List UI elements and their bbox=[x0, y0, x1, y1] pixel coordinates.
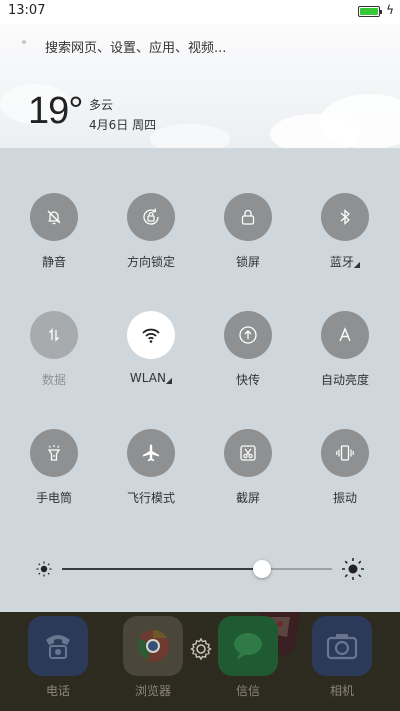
tile-label: 数据 bbox=[41, 373, 66, 387]
status-bar: 13:07 ϟ bbox=[0, 0, 400, 24]
dock-app-phone[interactable]: 电话 bbox=[18, 612, 98, 699]
tile-label: WLAN◢ bbox=[129, 371, 173, 385]
dock-app-label: 浏览器 bbox=[134, 684, 171, 698]
mobile-data-icon bbox=[30, 311, 78, 359]
dock-app-messages[interactable]: 信信 bbox=[208, 612, 288, 699]
wifi-icon bbox=[127, 311, 175, 359]
weather-condition: 多云 bbox=[89, 98, 114, 112]
tile-label: 快传 bbox=[235, 373, 260, 387]
search-bar[interactable]: 搜索网页、设置、应用、视频... bbox=[0, 24, 400, 68]
tile-flashlight[interactable]: 手电筒 bbox=[6, 429, 102, 506]
weather-date: 4月6日 周四 bbox=[89, 118, 157, 132]
tile-vibrate[interactable]: 振动 bbox=[297, 429, 393, 506]
tile-auto-brightness[interactable]: 自动亮度 bbox=[297, 311, 393, 388]
tile-label: 截屏 bbox=[235, 491, 260, 505]
airplane-icon bbox=[127, 429, 175, 477]
tile-label: 方向锁定 bbox=[126, 255, 175, 269]
brightness-low-icon bbox=[36, 561, 52, 577]
search-dot-icon bbox=[22, 40, 26, 44]
tile-wlan[interactable]: WLAN◢ bbox=[103, 311, 199, 385]
brightness-slider[interactable] bbox=[0, 554, 400, 584]
quick-transfer-icon bbox=[224, 311, 272, 359]
expand-caret-icon: ◢ bbox=[353, 260, 361, 269]
lock-icon bbox=[224, 193, 272, 241]
tile-label: 静音 bbox=[41, 255, 66, 269]
tile-label: 手电筒 bbox=[35, 491, 72, 505]
browser-icon bbox=[123, 616, 183, 676]
dock-app-label: 信信 bbox=[235, 684, 260, 698]
rotation-lock-icon bbox=[127, 193, 175, 241]
tile-silent[interactable]: 静音 bbox=[6, 193, 102, 270]
phone-icon bbox=[28, 616, 88, 676]
tile-label: 蓝牙◢ bbox=[329, 255, 361, 269]
vibrate-icon bbox=[321, 429, 369, 477]
auto-brightness-icon bbox=[321, 311, 369, 359]
tile-label: 振动 bbox=[332, 491, 357, 505]
home-screen-background: 电话 浏览器 信信 相机 bbox=[0, 612, 400, 711]
tile-lock-screen[interactable]: 锁屏 bbox=[200, 193, 296, 270]
tile-mobile-data[interactable]: 数据 bbox=[6, 311, 102, 388]
dock-app-camera[interactable]: 相机 bbox=[302, 612, 382, 699]
flashlight-icon bbox=[30, 429, 78, 477]
quick-settings-panel: 静音 方向锁定 锁屏 蓝牙◢ 数据 WLAN◢ 快传 自动亮度 手电筒 飞行模式… bbox=[0, 149, 400, 612]
dock-app-browser[interactable]: 浏览器 bbox=[113, 612, 193, 699]
bluetooth-icon bbox=[321, 193, 369, 241]
battery-icon bbox=[358, 6, 382, 17]
tile-label: 锁屏 bbox=[235, 255, 260, 269]
message-icon bbox=[218, 616, 278, 676]
charging-icon: ϟ bbox=[386, 3, 394, 17]
screenshot-icon bbox=[224, 429, 272, 477]
tile-bluetooth[interactable]: 蓝牙◢ bbox=[297, 193, 393, 270]
weather-temperature: 19° bbox=[28, 90, 83, 132]
tile-rotation-lock[interactable]: 方向锁定 bbox=[103, 193, 199, 270]
brightness-high-icon bbox=[341, 557, 365, 581]
brightness-track-remaining bbox=[261, 568, 332, 570]
tile-quick-transfer[interactable]: 快传 bbox=[200, 311, 296, 388]
battery-fill bbox=[360, 8, 378, 15]
tile-screenshot[interactable]: 截屏 bbox=[200, 429, 296, 506]
notification-header-card: 搜索网页、设置、应用、视频... 19° 多云 4月6日 周四 bbox=[0, 24, 400, 149]
tile-label: 自动亮度 bbox=[320, 373, 369, 387]
bell-off-icon bbox=[30, 193, 78, 241]
brightness-track-filled bbox=[62, 568, 262, 570]
dock-app-label: 电话 bbox=[45, 684, 70, 698]
cloud-decoration bbox=[150, 124, 230, 148]
status-time: 13:07 bbox=[8, 3, 46, 18]
brightness-slider-thumb[interactable] bbox=[252, 560, 271, 578]
tile-airplane-mode[interactable]: 飞行模式 bbox=[103, 429, 199, 506]
dock-app-label: 相机 bbox=[329, 684, 354, 698]
expand-caret-icon: ◢ bbox=[165, 376, 173, 385]
camera-icon bbox=[312, 616, 372, 676]
search-placeholder: 搜索网页、设置、应用、视频... bbox=[45, 41, 227, 56]
tile-label: 飞行模式 bbox=[126, 491, 175, 505]
